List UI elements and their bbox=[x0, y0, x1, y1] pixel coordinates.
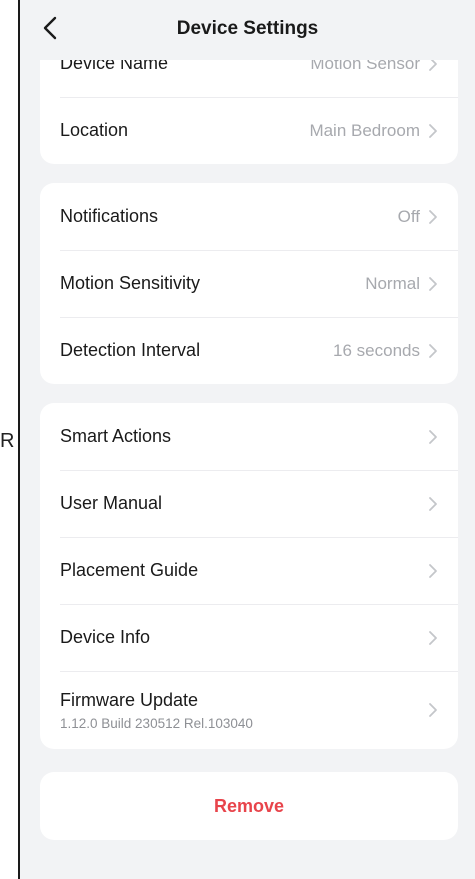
chevron-right-icon bbox=[429, 343, 437, 358]
detection-interval-row[interactable]: Detection Interval 16 seconds bbox=[40, 317, 458, 384]
row-value: Main Bedroom bbox=[309, 120, 420, 140]
page-title: Device Settings bbox=[176, 18, 319, 39]
row-label: Device Info bbox=[60, 627, 151, 647]
remove-button[interactable]: Remove bbox=[40, 772, 458, 840]
more-options-card: Smart Actions User Manual Placement Guid… bbox=[40, 403, 458, 749]
row-label: Motion Sensitivity bbox=[60, 273, 201, 293]
chevron-right-icon bbox=[429, 703, 437, 717]
navigation-bar: Device Settings bbox=[20, 0, 475, 60]
notifications-row[interactable]: Notifications Off bbox=[40, 183, 458, 250]
row-label: Placement Guide bbox=[60, 560, 199, 580]
firmware-version: 1.12.0 Build 230512 Rel.103040 bbox=[60, 715, 253, 731]
row-value: 16 seconds bbox=[333, 340, 420, 360]
smart-actions-row[interactable]: Smart Actions bbox=[40, 403, 458, 470]
remove-label: Remove bbox=[213, 795, 285, 816]
user-manual-row[interactable]: User Manual bbox=[40, 470, 458, 537]
chevron-right-icon bbox=[429, 123, 437, 138]
chevron-right-icon bbox=[429, 429, 437, 444]
motion-sensitivity-row[interactable]: Motion Sensitivity Normal bbox=[40, 250, 458, 317]
placement-guide-row[interactable]: Placement Guide bbox=[40, 537, 458, 604]
chevron-right-icon bbox=[429, 209, 437, 224]
device-settings-screen: Device Settings Device Name Motion Senso… bbox=[18, 0, 475, 879]
firmware-update-row[interactable]: Firmware Update 1.12.0 Build 230512 Rel.… bbox=[40, 671, 458, 749]
firmware-labels: Firmware Update 1.12.0 Build 230512 Rel.… bbox=[60, 690, 428, 731]
row-label: Firmware Update bbox=[60, 689, 199, 710]
chevron-right-icon bbox=[429, 496, 437, 511]
row-label: Detection Interval bbox=[60, 340, 201, 360]
edge-text: R bbox=[0, 430, 15, 452]
row-label: User Manual bbox=[60, 493, 163, 513]
row-value: Normal bbox=[365, 273, 420, 293]
page: R Device Settings Device Name Motion Sen… bbox=[0, 0, 475, 879]
detection-settings-card: Notifications Off Motion Sensitivity Nor… bbox=[40, 183, 458, 384]
device-info-row[interactable]: Device Info bbox=[40, 604, 458, 671]
chevron-right-icon bbox=[429, 276, 437, 291]
row-label: Smart Actions bbox=[60, 426, 172, 446]
location-row[interactable]: Location Main Bedroom bbox=[40, 97, 458, 164]
row-label: Location bbox=[60, 120, 129, 140]
chevron-right-icon bbox=[429, 563, 437, 578]
row-value: Off bbox=[397, 206, 420, 226]
chevron-right-icon bbox=[429, 630, 437, 645]
row-label: Notifications bbox=[60, 206, 159, 226]
